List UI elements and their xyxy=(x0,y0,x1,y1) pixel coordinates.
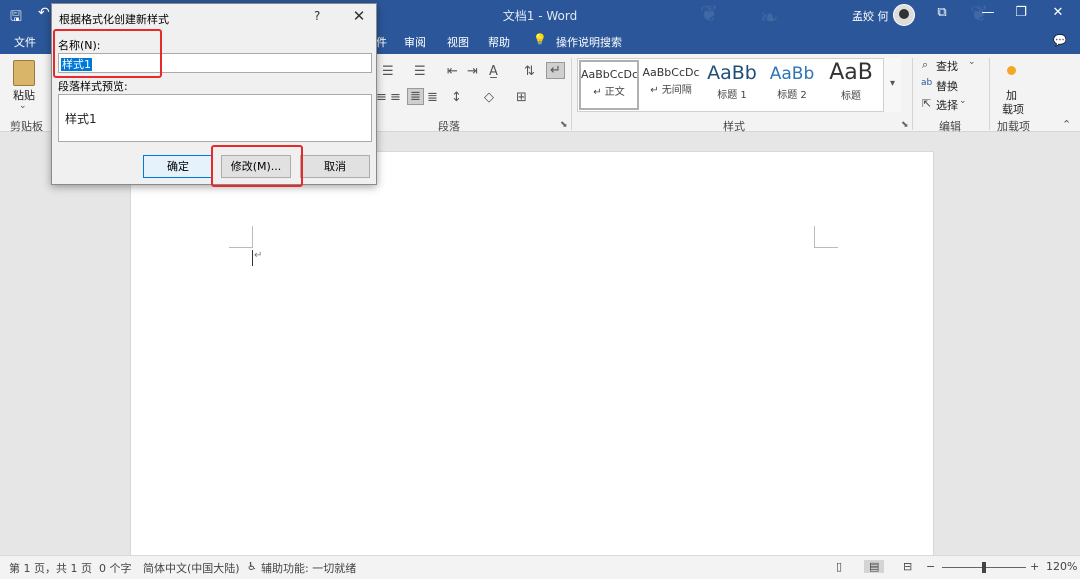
style-name: 标题 2 xyxy=(777,90,807,101)
chevron-down-icon[interactable]: ⌄ xyxy=(968,57,976,67)
clipboard-group-label: 剪贴板 xyxy=(10,120,43,133)
dialog-launcher-icon[interactable]: ⬊ xyxy=(560,120,568,130)
editing-group-label: 编辑 xyxy=(939,120,961,133)
chevron-down-icon[interactable]: ⌄ xyxy=(959,96,967,106)
cancel-button[interactable]: 取消 xyxy=(300,155,370,178)
menu-help[interactable]: 帮助 xyxy=(488,34,510,50)
distributed-icon[interactable]: ≣ xyxy=(427,90,438,105)
dialog-title: 根据格式化创建新样式 xyxy=(59,13,169,26)
style-name: 标题 xyxy=(841,91,861,102)
menu-review[interactable]: 审阅 xyxy=(404,34,426,50)
style-no-spacing[interactable]: AaBbCcDc ↵ 无间隔 xyxy=(641,60,701,110)
numbering-icon[interactable]: ☰ xyxy=(414,64,426,79)
web-layout-icon[interactable]: ⊟ xyxy=(903,560,912,573)
select-button[interactable]: 选择 xyxy=(936,97,958,113)
replace-button[interactable]: 替换 xyxy=(936,78,958,94)
preview-label: 段落样式预览: xyxy=(58,80,128,93)
style-normal[interactable]: AaBbCcDc ↵ 正文 xyxy=(579,60,639,110)
decrease-indent-icon[interactable]: ⇤ xyxy=(447,64,458,79)
user-name[interactable]: 孟姣 何 xyxy=(852,8,889,24)
group-separator xyxy=(989,58,990,130)
shading-icon[interactable]: ◇ xyxy=(484,90,494,105)
paragraph-mark-icon: ↵ xyxy=(254,250,263,261)
style-sample: AaBbCcDc xyxy=(642,66,700,79)
styles-group-label: 样式 xyxy=(723,120,745,133)
group-separator xyxy=(912,58,913,130)
style-heading-2[interactable]: AaBb 标题 2 xyxy=(762,60,822,110)
addins-button-line2[interactable]: 载项 xyxy=(1002,101,1024,117)
style-title[interactable]: AaB 标题 xyxy=(822,60,880,110)
addins-group-label: 加载项 xyxy=(997,120,1030,133)
zoom-in-icon[interactable]: + xyxy=(1030,560,1039,573)
style-name: ↵ 无间隔 xyxy=(650,85,692,96)
zoom-level[interactable]: 120% xyxy=(1046,560,1077,573)
text-cursor xyxy=(252,250,253,266)
style-sample: AaB xyxy=(829,60,873,85)
margin-corner-left xyxy=(229,226,253,248)
margin-corner-right xyxy=(814,226,838,248)
chevron-down-icon[interactable]: ⌄ xyxy=(19,101,27,111)
language-indicator[interactable]: 简体中文(中国大陆) xyxy=(143,560,240,576)
show-marks-icon[interactable]: ↵ xyxy=(546,62,565,79)
menu-item-partial[interactable]: 件 xyxy=(376,34,387,50)
style-sample: AaBb xyxy=(707,62,757,84)
menu-view[interactable]: 视图 xyxy=(447,34,469,50)
borders-icon[interactable]: ⊞ xyxy=(516,90,527,105)
paragraph-group-label: 段落 xyxy=(438,120,460,133)
replace-icon: ab xyxy=(921,78,933,88)
tell-me-search[interactable]: 操作说明搜索 xyxy=(556,34,622,50)
gallery-more-icon[interactable]: ▾ xyxy=(883,58,901,112)
increase-indent-icon[interactable]: ⇥ xyxy=(467,64,478,79)
paragraph-style-preview: 样式1 xyxy=(58,94,372,142)
zoom-out-icon[interactable]: − xyxy=(926,560,935,573)
bullets-icon[interactable]: ☰ xyxy=(382,64,394,79)
restore-icon[interactable]: ❐ xyxy=(1009,5,1033,20)
select-icon: ⇱ xyxy=(922,97,932,110)
find-button[interactable]: 查找 xyxy=(936,58,958,74)
word-count[interactable]: 0 个字 xyxy=(99,560,132,576)
accessibility-icon: ♿ xyxy=(247,560,257,573)
document-page[interactable]: ↵ xyxy=(130,151,934,571)
highlight-box-modify xyxy=(211,145,303,187)
page-count[interactable]: 第 1 页，共 1 页 xyxy=(9,560,92,576)
zoom-slider-thumb[interactable] xyxy=(982,562,986,573)
style-sample: AaBb xyxy=(769,64,815,84)
align-right-icon[interactable]: ≡ xyxy=(390,90,401,105)
highlight-box-name xyxy=(53,29,162,78)
comments-icon[interactable]: 💬 xyxy=(1053,34,1067,47)
minimize-icon[interactable]: — xyxy=(976,5,1000,20)
ribbon-display-options-icon[interactable]: ⧉ xyxy=(930,5,954,20)
close-icon[interactable]: ✕ xyxy=(350,7,368,25)
style-sample: AaBbCcDc xyxy=(581,68,637,81)
accessibility-status[interactable]: 辅助功能: 一切就绪 xyxy=(261,560,356,576)
ok-button[interactable]: 确定 xyxy=(143,155,213,178)
avatar[interactable] xyxy=(893,4,915,26)
line-spacing-icon[interactable]: ↕ xyxy=(451,90,462,105)
lightbulb-icon: 💡 xyxy=(533,33,547,46)
justify-icon[interactable]: ≣ xyxy=(407,88,424,105)
group-separator xyxy=(571,58,572,130)
style-name: 标题 1 xyxy=(717,90,747,101)
menu-file[interactable]: 文件 xyxy=(14,34,36,50)
sort-icon[interactable]: ⇅ xyxy=(524,64,535,79)
status-bar: 第 1 页，共 1 页 0 个字 简体中文(中国大陆) ♿ 辅助功能: 一切就绪… xyxy=(0,555,1080,579)
find-icon: ⌕ xyxy=(922,58,929,71)
addins-icon[interactable] xyxy=(1007,66,1016,75)
styles-launcher-icon[interactable]: ⬊ xyxy=(901,120,909,130)
asian-layout-icon[interactable]: A̲ xyxy=(489,64,498,79)
style-heading-1[interactable]: AaBb 标题 1 xyxy=(702,60,762,110)
help-icon[interactable]: ? xyxy=(314,9,320,23)
document-area: ↵ xyxy=(0,133,1080,571)
print-layout-icon[interactable]: ▤ xyxy=(864,560,885,573)
close-window-icon[interactable]: ✕ xyxy=(1046,5,1070,20)
align-center-icon[interactable]: ≡ xyxy=(376,90,387,105)
style-name: ↵ 正文 xyxy=(593,87,625,98)
read-mode-icon[interactable]: ▯ xyxy=(836,560,842,573)
paste-icon[interactable] xyxy=(13,60,35,86)
collapse-ribbon-icon[interactable]: ⌃ xyxy=(1062,118,1071,131)
